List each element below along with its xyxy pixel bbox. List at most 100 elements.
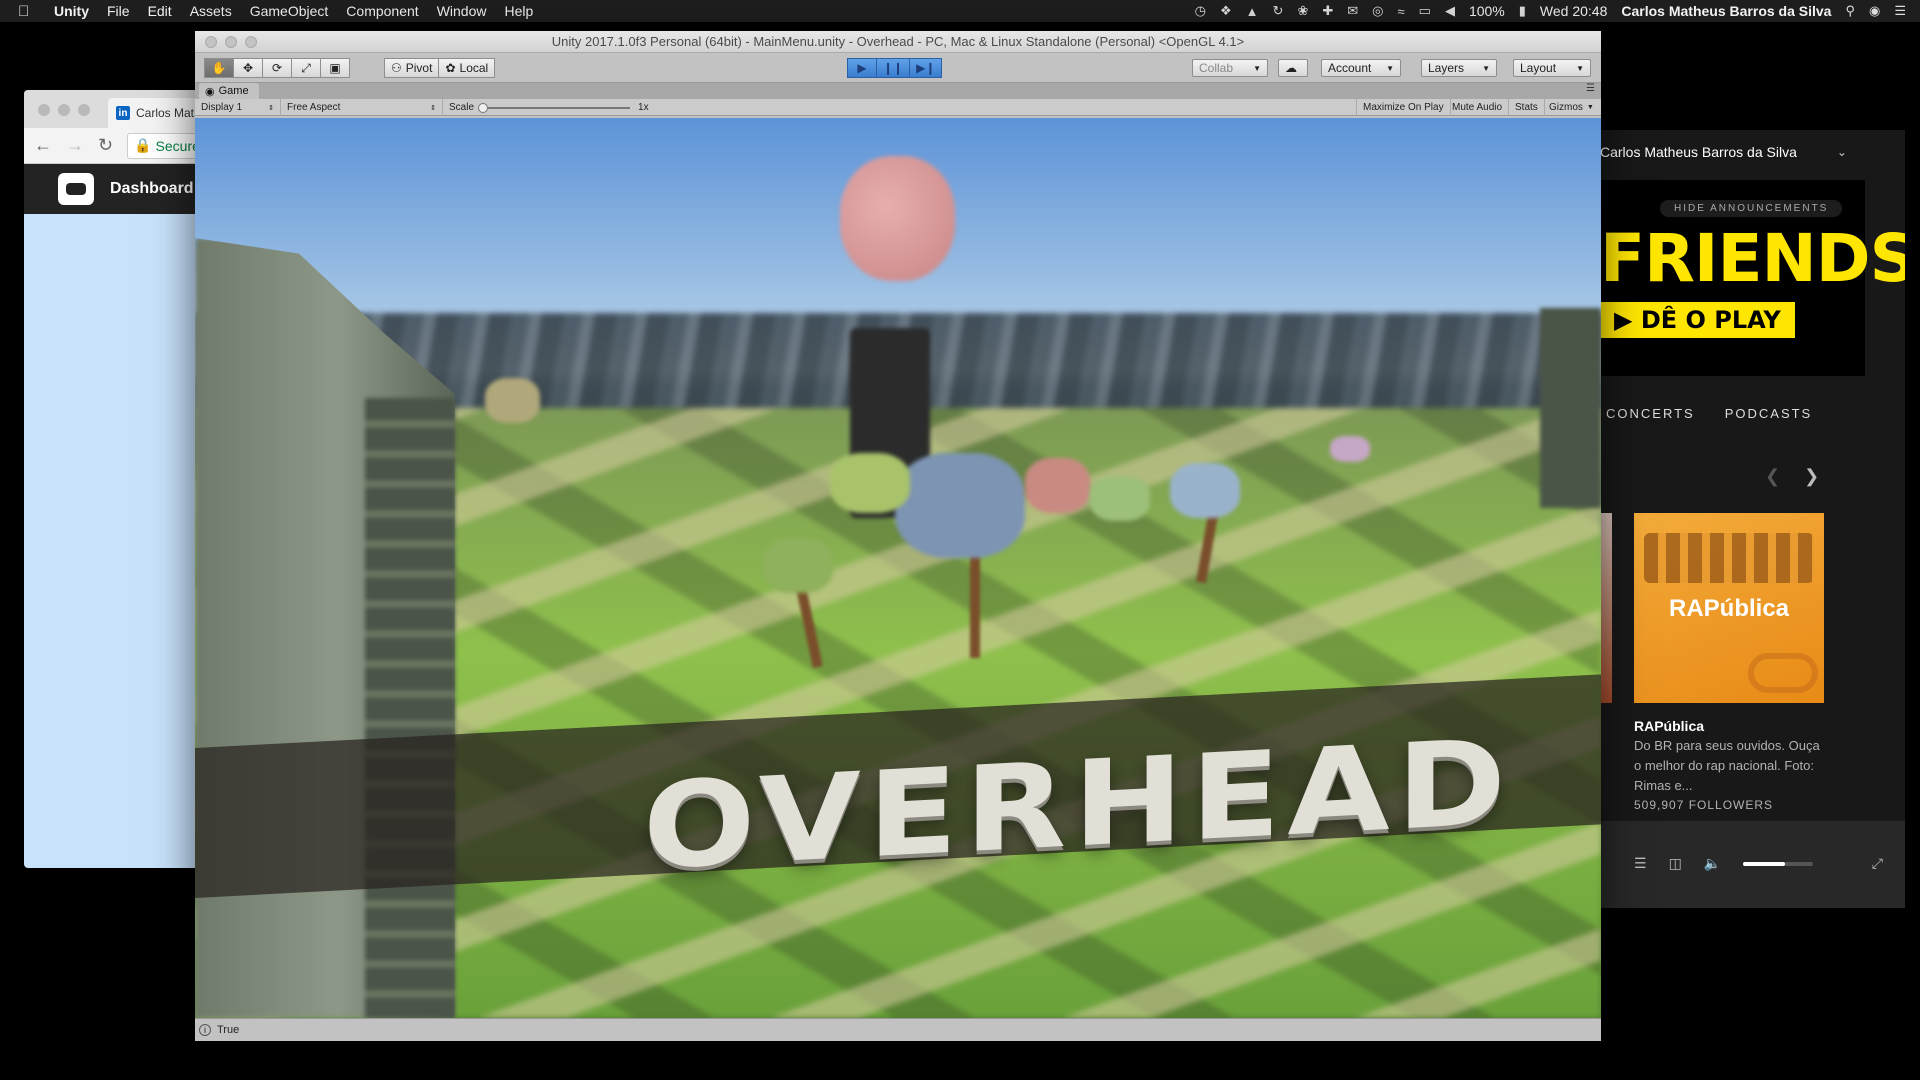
unity-window-title: Unity 2017.1.0f3 Personal (64bit) - Main… <box>551 34 1245 49</box>
volume-icon[interactable]: ◀ <box>1445 3 1455 19</box>
layers-label: Layers <box>1428 61 1465 75</box>
banner-cta[interactable]: ▶ DÊ O PLAY <box>1600 302 1795 338</box>
chevron-left-icon[interactable]: ❮ <box>1765 466 1780 487</box>
plus-icon[interactable]: ✚ <box>1322 3 1333 19</box>
game-tab[interactable]: ◉ Game <box>199 83 259 99</box>
menu-help[interactable]: Help <box>504 3 533 19</box>
devices-icon[interactable]: ◫ <box>1669 855 1682 872</box>
chevron-right-icon[interactable]: ❯ <box>1804 466 1819 487</box>
local-toggle[interactable]: ✿ Local <box>438 58 496 78</box>
banner-cta-label: DÊ O PLAY <box>1640 306 1781 334</box>
announcement-banner[interactable]: HIDE ANNOUNCEMENTS FRIENDS ▶ DÊ O PLAY <box>1600 180 1905 376</box>
carousel-arrows: ❮ ❯ <box>1765 466 1819 487</box>
cloud-icon: ☁ <box>1285 61 1297 75</box>
reload-icon[interactable]: ↻ <box>98 135 113 156</box>
gamepad-logo-icon[interactable] <box>58 173 94 205</box>
forward-arrow-icon[interactable]: → <box>66 135 84 156</box>
unity-toolbar: ✋ ✥ ⟳ ⤢ ▣ ⚇ Pivot ✿ Local ▶ ❙❙ ▶❙ Collab ▼ … <box>195 53 1601 83</box>
playback-controls: ▶ ❙❙ ▶❙ <box>847 58 943 78</box>
battery-percent[interactable]: 100% <box>1469 3 1505 19</box>
cloud-button[interactable]: ☁ <box>1278 59 1308 77</box>
rotate-tool-icon[interactable]: ⟳ <box>262 58 292 78</box>
wifi-icon[interactable]: ≈ <box>1398 4 1405 19</box>
menu-gameobject[interactable]: GameObject <box>250 3 329 19</box>
spotlight-search-icon[interactable]: ⚲ <box>1845 3 1855 19</box>
address-bar[interactable]: 🔒 Secure <box>127 132 204 159</box>
minimize-window-button[interactable] <box>58 104 70 116</box>
spotify-user-name: Carlos Matheus Barros da Silva <box>1600 144 1797 160</box>
collab-dropdown[interactable]: Collab ▼ <box>1192 59 1268 77</box>
volume-icon[interactable]: 🔈 <box>1704 855 1721 872</box>
game-view[interactable]: OVERHEAD <box>195 118 1601 1018</box>
mute-audio-toggle[interactable]: Mute Audio <box>1446 99 1510 116</box>
play-button-icon[interactable]: ▶ <box>847 58 877 78</box>
zoom-window-button[interactable] <box>245 36 257 48</box>
airplay-icon[interactable]: ▭ <box>1419 3 1431 19</box>
playlist-description: Do BR para seus ouvidos. Ouça o melhor d… <box>1634 738 1820 793</box>
playlist-followers: 509,907 FOLLOWERS <box>1634 798 1774 812</box>
pivot-toggle[interactable]: ⚇ Pivot <box>384 58 440 78</box>
browser-window-controls <box>38 104 90 116</box>
close-window-button[interactable] <box>205 36 217 48</box>
menu-file[interactable]: File <box>107 3 130 19</box>
minimize-window-button[interactable] <box>225 36 237 48</box>
clock[interactable]: Wed 20:48 <box>1540 3 1607 19</box>
scale-tool-icon[interactable]: ⤢ <box>291 58 321 78</box>
scale-slider-knob[interactable] <box>478 102 489 113</box>
layers-dropdown[interactable]: Layers ▼ <box>1421 59 1497 77</box>
playlist-cover[interactable]: RAPública <box>1634 513 1824 703</box>
tab-podcasts[interactable]: PODCASTS <box>1725 406 1813 421</box>
menu-app[interactable]: Unity <box>54 3 89 19</box>
dropbox-icon[interactable]: ❖ <box>1220 3 1232 19</box>
pinwheel-icon[interactable]: ❀ <box>1297 3 1308 19</box>
sync-icon[interactable]: ↻ <box>1273 3 1284 19</box>
dashboard-title[interactable]: Dashboard <box>110 180 194 198</box>
airdrop-icon[interactable]: ◎ <box>1372 3 1383 19</box>
volume-slider[interactable] <box>1743 861 1814 866</box>
player-controls: ☰ ◫ 🔈 <box>1634 855 1814 872</box>
step-button-icon[interactable]: ▶❙ <box>909 58 943 78</box>
move-tool-icon[interactable]: ✥ <box>233 58 263 78</box>
layout-dropdown[interactable]: Layout ▼ <box>1513 59 1591 77</box>
scale-slider[interactable] <box>478 102 631 113</box>
apple-icon[interactable]:  <box>18 3 40 20</box>
drive-icon[interactable]: ▲ <box>1246 4 1259 19</box>
stats-toggle[interactable]: Stats <box>1509 99 1545 116</box>
battery-icon[interactable]: ▮ <box>1519 3 1526 19</box>
queue-icon[interactable]: ☰ <box>1634 855 1647 872</box>
pause-button-icon[interactable]: ❙❙ <box>876 58 911 78</box>
scale-control: Scale 1x <box>443 99 655 116</box>
hide-announcements-button[interactable]: HIDE ANNOUNCEMENTS <box>1660 200 1843 217</box>
tab-concerts[interactable]: CONCERTS <box>1606 406 1695 421</box>
maximize-on-play-toggle[interactable]: Maximize On Play <box>1356 99 1451 116</box>
zoom-window-button[interactable] <box>78 104 90 116</box>
display-label: Display 1 <box>201 102 243 113</box>
display-dropdown[interactable]: Display 1 ⇕ <box>195 99 281 116</box>
gizmos-dropdown[interactable]: Gizmos ▼ <box>1543 99 1600 116</box>
playlist-title[interactable]: RAPública <box>1634 718 1704 734</box>
menu-window[interactable]: Window <box>437 3 487 19</box>
siri-icon[interactable]: ◉ <box>1869 3 1880 19</box>
menu-assets[interactable]: Assets <box>190 3 232 19</box>
user-name[interactable]: Carlos Matheus Barros da Silva <box>1621 3 1831 19</box>
fullscreen-icon[interactable]: ⤢ <box>1872 855 1883 872</box>
back-arrow-icon[interactable]: ← <box>34 135 52 156</box>
aspect-label: Free Aspect <box>287 102 341 113</box>
rect-tool-icon[interactable]: ▣ <box>320 58 350 78</box>
browser-window: in Carlos Mat ← → ↻ 🔒 Secure Dashboard <box>24 90 204 868</box>
aspect-dropdown[interactable]: Free Aspect ⇕ <box>281 99 443 116</box>
browser-tab[interactable]: in Carlos Mat <box>108 98 204 128</box>
previous-card-edge[interactable] <box>1600 513 1612 703</box>
unity-status-bar[interactable]: i True <box>195 1018 1601 1041</box>
hand-tool-icon[interactable]: ✋ <box>204 58 234 78</box>
spotify-user-menu[interactable]: Carlos Matheus Barros da Silva ⌄ <box>1600 144 1847 160</box>
menu-component[interactable]: Component <box>346 3 418 19</box>
close-window-button[interactable] <box>38 104 50 116</box>
account-dropdown[interactable]: Account ▼ <box>1321 59 1401 77</box>
panel-menu-icon[interactable]: ☰ <box>1586 83 1595 94</box>
menu-edit[interactable]: Edit <box>148 3 172 19</box>
green-tree <box>1090 476 1150 521</box>
chat-icon[interactable]: ✉ <box>1347 3 1358 19</box>
time-machine-icon[interactable]: ◷ <box>1195 3 1206 19</box>
notification-center-icon[interactable]: ☰ <box>1894 3 1906 19</box>
